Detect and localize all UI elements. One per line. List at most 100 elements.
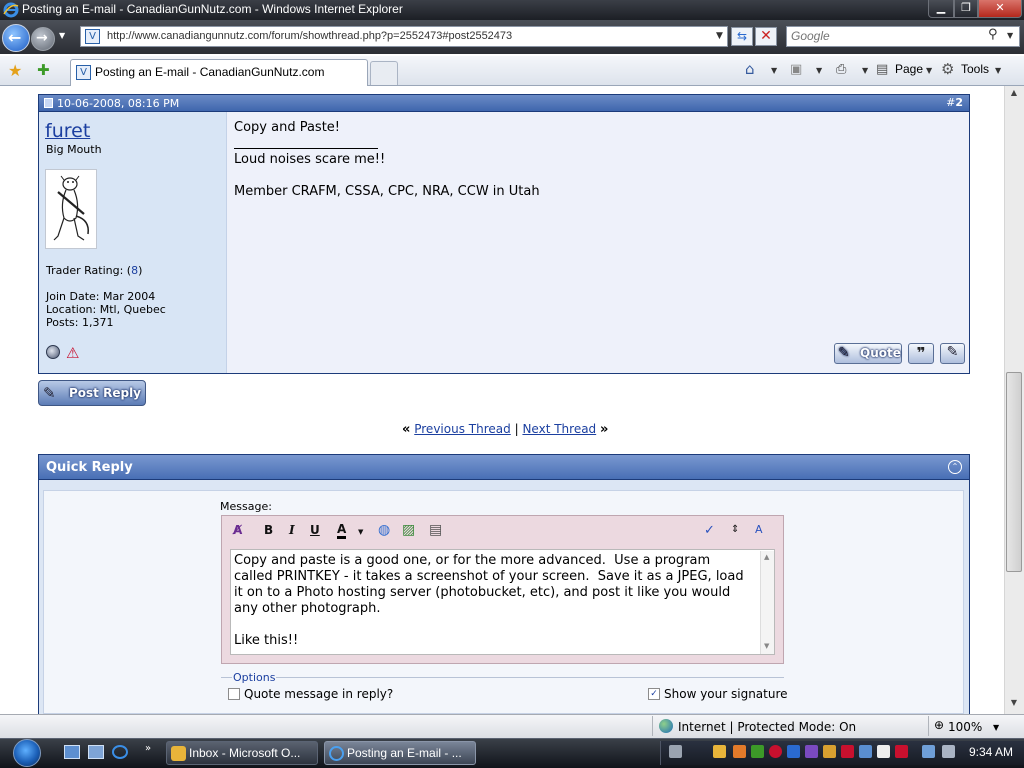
collapse-chevron-up-icon[interactable]: ⌃: [948, 460, 962, 474]
post-reply-button[interactable]: ✎ Post Reply: [38, 380, 146, 406]
tools-menu[interactable]: Tools: [961, 62, 989, 76]
underline-button[interactable]: U: [310, 523, 320, 537]
keyboard-tray-icon[interactable]: [669, 745, 682, 758]
italic-button[interactable]: I: [289, 523, 295, 537]
address-bar[interactable]: V http://www.canadiangunnutz.com/forum/s…: [80, 26, 728, 47]
post-number-prefix: #: [946, 96, 956, 109]
insert-image-icon[interactable]: ▨: [402, 522, 415, 538]
new-tab-button[interactable]: [370, 61, 398, 85]
forward-button[interactable]: →: [31, 27, 55, 51]
quote-label: Quote: [860, 346, 901, 360]
internet-explorer-quicklaunch-icon[interactable]: [112, 745, 128, 759]
app-tray-icon[interactable]: [751, 745, 764, 758]
volume-tray-icon[interactable]: [841, 745, 854, 758]
favorites-star-icon[interactable]: ★: [8, 61, 22, 80]
app-tray-icon[interactable]: [787, 745, 800, 758]
taskbar-item-outlook[interactable]: Inbox - Microsoft O...: [166, 741, 318, 765]
print-icon[interactable]: ⎙: [836, 62, 846, 77]
editor-scroll-down-icon[interactable]: ▼: [764, 642, 769, 650]
zoom-chevron-down-icon[interactable]: ▼: [993, 723, 999, 732]
app-tray-icon[interactable]: [733, 745, 746, 758]
wrap-quote-icon[interactable]: ▤: [429, 522, 442, 538]
post-header: 10-06-2008, 08:16 PM #2: [38, 94, 970, 112]
taskbar-item-label: Posting an E-mail - ...: [347, 746, 462, 760]
feeds-chevron-down-icon[interactable]: ▼: [816, 66, 822, 75]
zoom-level[interactable]: 100%: [948, 720, 982, 734]
app-tray-icon[interactable]: [769, 745, 782, 758]
taskbar-clock[interactable]: 9:34 AM: [969, 745, 1013, 759]
stop-button[interactable]: ✕: [755, 27, 777, 46]
taskbar-item-ie[interactable]: Posting an E-mail - ...: [324, 741, 476, 765]
scroll-up-arrow-icon[interactable]: ▲: [1005, 88, 1023, 104]
search-providers-chevron-down-icon[interactable]: ▼: [1007, 31, 1013, 40]
feeds-icon[interactable]: ▣: [790, 62, 802, 77]
quote-in-reply-label[interactable]: Quote message in reply?: [244, 687, 393, 701]
tab-posting-an-email[interactable]: V Posting an E-mail - CanadianGunNutz.co…: [70, 59, 368, 86]
security-zone-status[interactable]: Internet | Protected Mode: On: [678, 720, 856, 734]
minimize-button[interactable]: ▁: [928, 0, 954, 18]
trader-rating-label: Trader Rating: (: [46, 264, 132, 277]
address-dropdown-chevron-down-icon[interactable]: ▼: [716, 31, 723, 41]
refresh-button[interactable]: ⇆: [731, 27, 753, 46]
search-icon[interactable]: ⚲: [988, 27, 998, 42]
scroll-down-arrow-icon[interactable]: ▼: [1005, 698, 1023, 714]
close-button[interactable]: ✕: [978, 0, 1022, 18]
next-thread-link[interactable]: Next Thread: [522, 422, 596, 436]
add-favorites-icon[interactable]: ✚: [37, 61, 50, 79]
user-title: Big Mouth: [46, 143, 102, 156]
editor-scroll-up-icon[interactable]: ▲: [764, 553, 769, 561]
avatar[interactable]: [45, 169, 97, 249]
quick-reply-title: Quick Reply: [46, 460, 133, 475]
post-username[interactable]: furet: [45, 120, 90, 142]
search-box[interactable]: [786, 26, 1020, 47]
network-tray-icon[interactable]: [922, 745, 935, 758]
post-date: 10-06-2008, 08:16 PM: [57, 97, 180, 110]
spell-check-icon[interactable]: ✓: [704, 523, 715, 538]
remove-formatting-icon[interactable]: A̸: [233, 523, 242, 537]
page-chevron-down-icon[interactable]: ▼: [926, 66, 932, 75]
back-button[interactable]: ←: [2, 24, 30, 52]
resize-editor-icon[interactable]: ⇕: [731, 524, 739, 535]
app-tray-icon[interactable]: [859, 745, 872, 758]
font-color-button[interactable]: A: [337, 523, 347, 539]
speaker-tray-icon[interactable]: [942, 745, 955, 758]
recent-pages-chevron-down-icon[interactable]: ▼: [59, 31, 65, 40]
clock-tray-icon[interactable]: [713, 745, 726, 758]
show-signature-label[interactable]: Show your signature: [664, 687, 788, 701]
window-title-bar[interactable]: Posting an E-mail - CanadianGunNutz.com …: [0, 0, 1024, 20]
post-number-link[interactable]: 2: [955, 96, 963, 109]
editor-scrollbar[interactable]: ▲ ▼: [760, 551, 774, 654]
quicklaunch-more-chevron-icon[interactable]: »: [145, 743, 151, 754]
thread-navigation: « Previous Thread | Next Thread »: [402, 422, 608, 437]
home-chevron-down-icon[interactable]: ▼: [771, 66, 777, 75]
multi-quote-button[interactable]: ❞: [908, 343, 934, 364]
switch-windows-icon[interactable]: [88, 745, 104, 759]
cursor-tray-icon[interactable]: [877, 745, 890, 758]
print-chevron-down-icon[interactable]: ▼: [862, 66, 868, 75]
quote-in-reply-checkbox[interactable]: [228, 688, 240, 700]
app-tray-icon[interactable]: [895, 745, 908, 758]
back-arrow-icon: ←: [8, 28, 22, 47]
message-textarea[interactable]: Copy and paste is a good one, or for the…: [230, 549, 775, 655]
quote-button[interactable]: ✎ Quote: [834, 343, 902, 364]
scrollbar-thumb[interactable]: [1006, 372, 1022, 572]
home-icon[interactable]: ⌂: [745, 60, 755, 78]
font-color-chevron-down-icon[interactable]: ▼: [358, 528, 363, 536]
address-url[interactable]: http://www.canadiangunnutz.com/forum/sho…: [107, 30, 512, 42]
page-menu[interactable]: Page: [895, 62, 923, 76]
show-desktop-icon[interactable]: [64, 745, 80, 759]
status-bar: [0, 714, 1024, 738]
app-tray-icon[interactable]: [823, 745, 836, 758]
start-button[interactable]: [8, 738, 48, 768]
tools-chevron-down-icon[interactable]: ▼: [995, 66, 1001, 75]
app-tray-icon[interactable]: [805, 745, 818, 758]
insert-link-globe-icon[interactable]: ◍: [378, 522, 390, 538]
maximize-button[interactable]: ❐: [954, 0, 978, 18]
report-post-warning-icon[interactable]: ⚠: [66, 344, 79, 362]
previous-thread-link[interactable]: Previous Thread: [414, 422, 511, 436]
bold-button[interactable]: B: [264, 523, 273, 537]
search-input[interactable]: [791, 29, 991, 43]
switch-editor-mode-icon[interactable]: A: [755, 523, 763, 536]
show-signature-checkbox[interactable]: ✓: [648, 688, 660, 700]
quick-reply-button[interactable]: ✎: [940, 343, 965, 364]
